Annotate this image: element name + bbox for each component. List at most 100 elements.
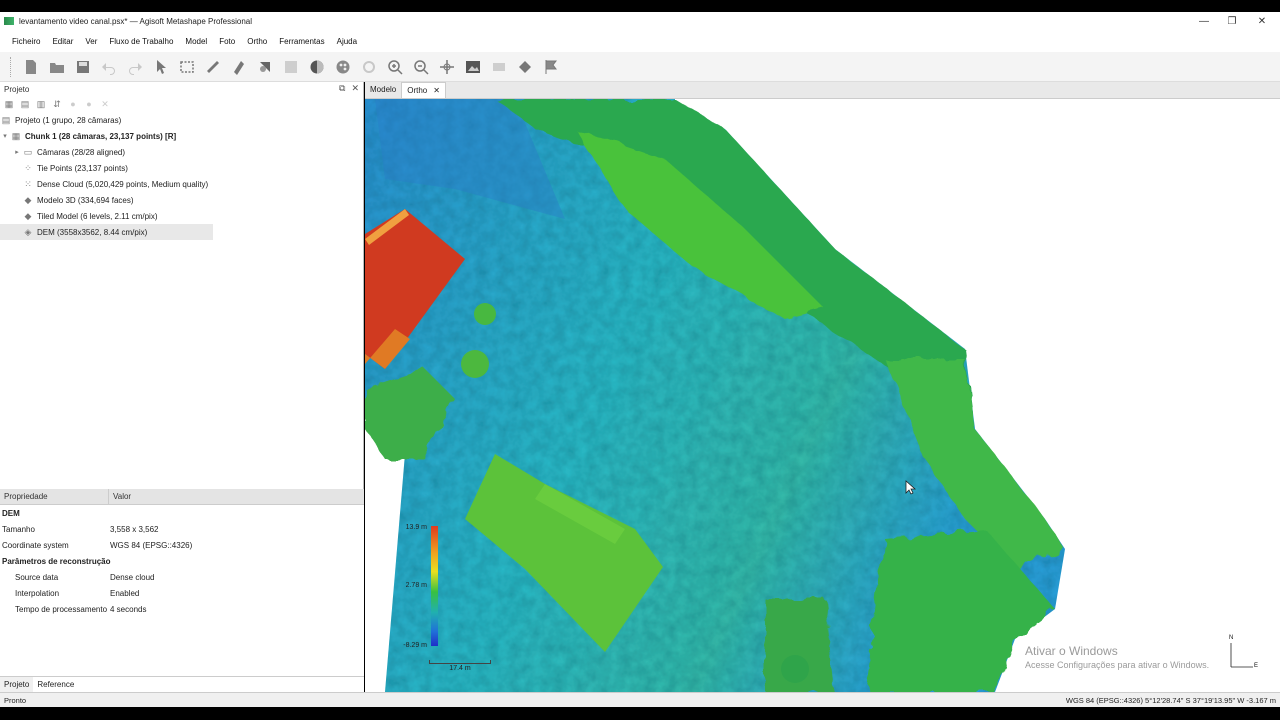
tree-item-label: Tie Points (23,137 points): [37, 163, 128, 173]
project-panel-title: Projeto: [4, 84, 30, 94]
image-view-icon[interactable]: [462, 56, 484, 78]
view-tabs: Modelo Ortho ✕: [365, 82, 1280, 99]
tie-points-icon: ⁘: [24, 162, 32, 173]
refresh-icon[interactable]: [358, 56, 380, 78]
tree-item-dem[interactable]: ◈ DEM (3558x3562, 8.44 cm/pix): [0, 224, 213, 240]
tab-ortho[interactable]: Ortho ✕: [401, 82, 446, 98]
project-tools: ▦ ▤ ▥ ⇵ ● ● ✕: [0, 96, 363, 112]
redo-icon[interactable]: [124, 56, 146, 78]
dem-view-icon[interactable]: [254, 56, 276, 78]
toolbar-grip: [10, 56, 12, 77]
panel-close-icon[interactable]: ✕: [351, 83, 359, 94]
folder-icon: ▭: [23, 146, 33, 157]
tiled-model-icon: ◆: [24, 210, 32, 221]
menu-editar[interactable]: Editar: [46, 37, 79, 46]
menu-ferramentas[interactable]: Ferramentas: [273, 37, 330, 46]
value-column-header[interactable]: Valor: [109, 492, 131, 501]
properties-panel: Propriedade Valor DEM Tamanho 3,558 x 3,…: [0, 488, 364, 676]
tab-reference[interactable]: Reference: [33, 677, 78, 692]
watermark-line-1: Ativar o Windows: [1025, 644, 1118, 658]
select-cursor-icon[interactable]: [150, 56, 172, 78]
pan-move-icon[interactable]: [436, 56, 458, 78]
add-chunk-icon[interactable]: ▦: [3, 98, 15, 110]
shapes-icon[interactable]: [514, 56, 536, 78]
sort-icon[interactable]: ⇵: [51, 98, 63, 110]
project-icon: ▤: [1, 114, 11, 125]
project-panel-header: Projeto ⧉ ✕: [0, 82, 363, 96]
menu-ficheiro[interactable]: Ficheiro: [6, 37, 46, 46]
property-key: Interpolation: [15, 588, 60, 598]
tab-projeto[interactable]: Projeto: [0, 677, 34, 692]
draw-shape-icon[interactable]: [228, 56, 250, 78]
legend-mid-label: 2.78 m: [405, 582, 427, 589]
tree-item-tiled-model[interactable]: ◆ Tiled Model (6 levels, 2.11 cm/pix): [0, 208, 363, 224]
tree-item-dense-cloud[interactable]: ⁙ Dense Cloud (5,020,429 points, Medium …: [0, 176, 363, 192]
north-label: N: [1229, 635, 1234, 641]
menu-ver[interactable]: Ver: [79, 37, 103, 46]
property-column-header[interactable]: Propriedade: [0, 488, 109, 505]
property-row: Interpolation Enabled: [0, 585, 364, 601]
tree-chunk[interactable]: ▾ ▦ Chunk 1 (28 câmaras, 23,137 points) …: [0, 128, 363, 144]
menu-fluxo-de-trabalho[interactable]: Fluxo de Trabalho: [103, 37, 179, 46]
property-row: Source data Dense cloud: [0, 569, 364, 585]
scale-line: [429, 660, 491, 664]
flag-marker-icon[interactable]: [540, 56, 562, 78]
open-folder-icon[interactable]: [46, 56, 68, 78]
dem-map[interactable]: [365, 99, 1280, 692]
orthomosaic-icon[interactable]: [280, 56, 302, 78]
property-row: Tempo de processamento 4 seconds: [0, 601, 364, 617]
scale-bar: 17.4 m: [429, 659, 493, 673]
layers-icon[interactable]: [488, 56, 510, 78]
properties-header: Propriedade Valor: [0, 488, 364, 505]
restore-button[interactable]: ❐: [1218, 12, 1246, 30]
tab-modelo[interactable]: Modelo: [365, 82, 401, 98]
tree-root-label: Projeto (1 grupo, 28 câmaras): [15, 115, 122, 125]
undock-icon[interactable]: ⧉: [339, 83, 345, 94]
ortho-viewport[interactable]: 13.9 m 2.78 m -8.29 m 17.4 m Ativar o Wi…: [365, 99, 1280, 692]
tree-crown: [781, 655, 809, 683]
zoom-in-icon[interactable]: [384, 56, 406, 78]
section-label: DEM: [2, 508, 20, 518]
menu-bar: Ficheiro Editar Ver Fluxo de Trabalho Mo…: [0, 30, 1280, 52]
save-icon[interactable]: [72, 56, 94, 78]
project-tree: ▤ Projeto (1 grupo, 28 câmaras) ▾ ▦ Chun…: [0, 112, 363, 240]
add-folder-icon[interactable]: ▥: [35, 98, 47, 110]
disable-icon[interactable]: ●: [83, 98, 95, 110]
tree-root[interactable]: ▤ Projeto (1 grupo, 28 câmaras): [0, 112, 363, 128]
remove-icon[interactable]: ✕: [99, 98, 111, 110]
color-ramp: [431, 526, 438, 646]
menu-ajuda[interactable]: Ajuda: [331, 37, 363, 46]
tree-item-label: Tiled Model (6 levels, 2.11 cm/pix): [37, 211, 158, 221]
tree-item-model[interactable]: ◆ Modelo 3D (334,694 faces): [0, 192, 363, 208]
tree-crown: [474, 303, 496, 325]
activation-watermark: Ativar o Windows Acesse Configurações pa…: [1025, 644, 1209, 670]
menu-foto[interactable]: Foto: [213, 37, 241, 46]
tab-ortho-label: Ortho: [407, 86, 428, 95]
tree-item-tie-points[interactable]: ⁘ Tie Points (23,137 points): [0, 160, 363, 176]
minimize-button[interactable]: —: [1190, 12, 1218, 30]
hillshade-icon[interactable]: [306, 56, 328, 78]
top-black-bar: [0, 0, 1280, 12]
new-document-icon[interactable]: [20, 56, 42, 78]
ruler-icon[interactable]: [202, 56, 224, 78]
menu-model[interactable]: Model: [179, 37, 213, 46]
bottom-tabs: Projeto Reference: [0, 676, 364, 692]
property-value: 3,558 x 3,562: [110, 524, 159, 534]
undo-icon[interactable]: [98, 56, 120, 78]
title-bar: levantamento video canal.psx* — Agisoft …: [0, 12, 1280, 30]
property-key: Tempo de processamento: [15, 604, 108, 614]
tab-close-icon[interactable]: ✕: [433, 86, 440, 98]
rectangle-selection-icon[interactable]: [176, 56, 198, 78]
expand-arrow-icon[interactable]: ▸: [12, 148, 22, 156]
close-button[interactable]: ✕: [1248, 12, 1276, 30]
tree-item-cameras[interactable]: ▸ ▭ Câmaras (28/28 aligned): [0, 144, 363, 160]
collapse-arrow-icon[interactable]: ▾: [0, 132, 10, 140]
menu-ortho[interactable]: Ortho: [241, 37, 273, 46]
subsection-label: Parâmetros de reconstrução: [2, 556, 111, 566]
add-photos-icon[interactable]: ▤: [19, 98, 31, 110]
zoom-out-icon[interactable]: [410, 56, 432, 78]
palette-icon[interactable]: [332, 56, 354, 78]
tree-chunk-label: Chunk 1 (28 câmaras, 23,137 points) [R]: [25, 131, 177, 141]
enable-icon[interactable]: ●: [67, 98, 79, 110]
tree-item-label: Câmaras (28/28 aligned): [37, 147, 126, 157]
